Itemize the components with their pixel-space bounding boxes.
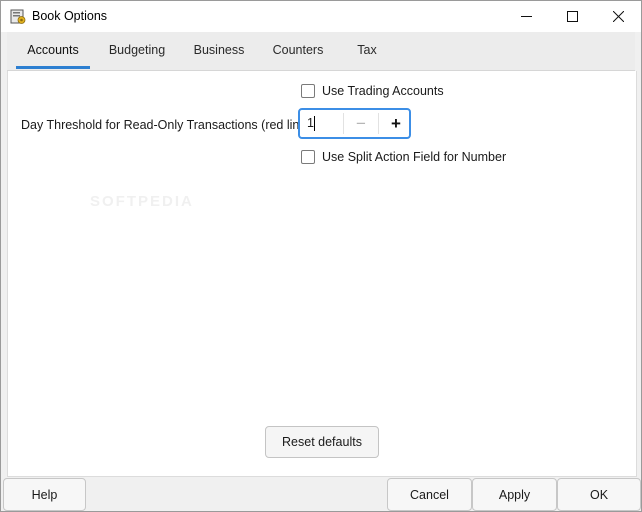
use-trading-accounts-checkbox[interactable] bbox=[301, 84, 315, 98]
accounts-panel: SOFTPEDIA Use Trading Accounts Day Thres… bbox=[7, 71, 637, 477]
day-threshold-label: Day Threshold for Read-Only Transactions… bbox=[21, 118, 311, 132]
decrement-button[interactable]: − bbox=[344, 110, 378, 137]
title-bar: Book Options bbox=[1, 1, 641, 32]
text-caret bbox=[314, 116, 315, 131]
apply-button[interactable]: Apply bbox=[472, 478, 557, 511]
minimize-button[interactable] bbox=[503, 1, 549, 32]
tab-business[interactable]: Business bbox=[186, 32, 252, 68]
use-split-action-row[interactable]: Use Split Action Field for Number bbox=[301, 150, 506, 164]
tab-tax[interactable]: Tax bbox=[347, 32, 387, 68]
plus-icon: + bbox=[391, 113, 401, 133]
active-tab-indicator bbox=[16, 66, 90, 69]
use-trading-accounts-label[interactable]: Use Trading Accounts bbox=[322, 84, 444, 98]
close-button[interactable] bbox=[595, 1, 641, 32]
tab-bar: Accounts Budgeting Business Counters Tax bbox=[7, 32, 635, 71]
close-icon bbox=[612, 11, 624, 22]
maximize-icon bbox=[566, 11, 578, 22]
use-split-action-checkbox[interactable] bbox=[301, 150, 315, 164]
day-threshold-value[interactable]: 1 bbox=[307, 116, 314, 130]
maximize-button[interactable] bbox=[549, 1, 595, 32]
tab-accounts[interactable]: Accounts bbox=[16, 32, 90, 68]
use-split-action-label[interactable]: Use Split Action Field for Number bbox=[322, 150, 506, 164]
reset-defaults-button[interactable]: Reset defaults bbox=[265, 426, 379, 458]
minimize-icon bbox=[520, 11, 532, 22]
cancel-button[interactable]: Cancel bbox=[387, 478, 472, 511]
minus-icon: − bbox=[356, 113, 366, 133]
day-threshold-spinbutton[interactable]: 1 − + bbox=[298, 108, 411, 139]
ok-button[interactable]: OK bbox=[557, 478, 641, 511]
increment-button[interactable]: + bbox=[379, 110, 413, 137]
watermark: SOFTPEDIA bbox=[90, 193, 194, 210]
help-button[interactable]: Help bbox=[3, 478, 86, 511]
book-options-icon bbox=[10, 9, 26, 25]
tab-budgeting[interactable]: Budgeting bbox=[100, 32, 174, 68]
dialog-button-bar: Help Cancel Apply OK bbox=[1, 477, 641, 511]
tab-counters[interactable]: Counters bbox=[265, 32, 331, 68]
book-options-window: Book Options Accounts Budgeting Business… bbox=[0, 0, 642, 512]
window-title: Book Options bbox=[32, 9, 108, 23]
use-trading-accounts-row[interactable]: Use Trading Accounts bbox=[301, 84, 444, 98]
